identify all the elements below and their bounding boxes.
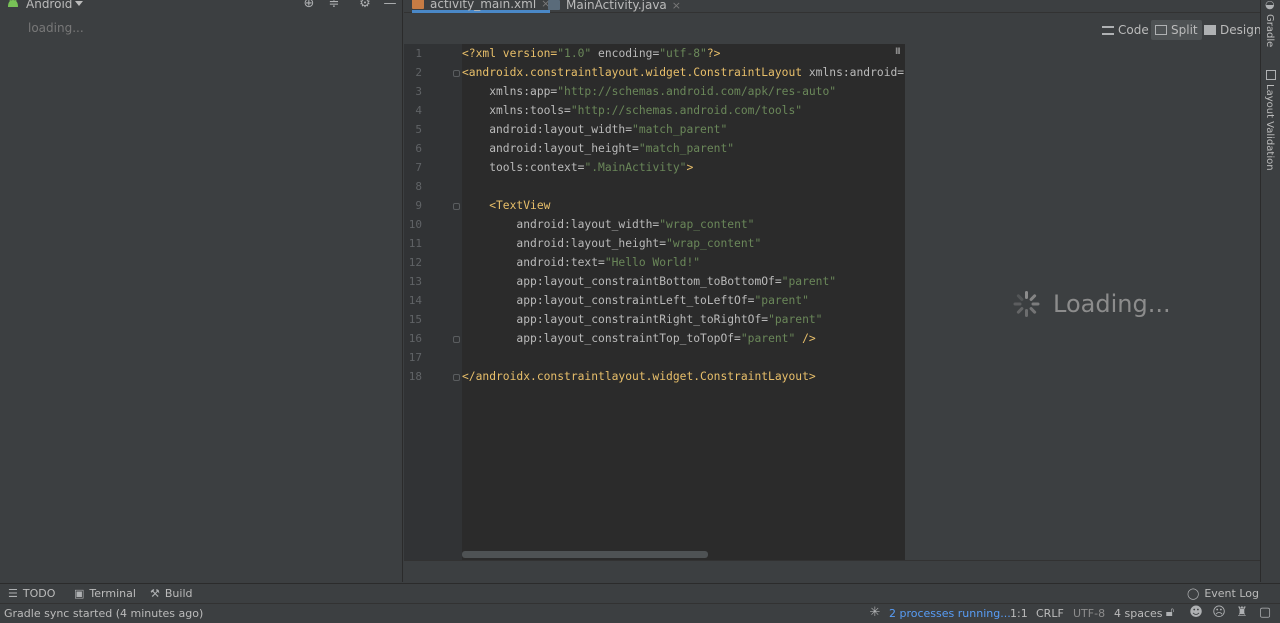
inspector-icon[interactable]: ♜ bbox=[1235, 606, 1249, 620]
indent-setting[interactable]: 4 spaces bbox=[1114, 607, 1163, 620]
horizontal-scrollbar[interactable] bbox=[462, 551, 708, 558]
code-line-14: app:layout_constraintLeft_toLeftOf="pare… bbox=[462, 294, 809, 307]
line-number: 10 bbox=[408, 218, 422, 231]
fold-marker-icon[interactable] bbox=[453, 70, 460, 77]
code-line-10: android:layout_width="wrap_content" bbox=[462, 218, 755, 231]
project-view-selector[interactable]: Android bbox=[26, 0, 72, 11]
line-number: 12 bbox=[408, 256, 422, 269]
code-line-11: android:layout_height="wrap_content" bbox=[462, 237, 762, 250]
editor-tab-bar: activity_main.xml × MainActivity.java × bbox=[404, 0, 1260, 13]
line-number: 15 bbox=[408, 313, 422, 326]
line-number: 7 bbox=[415, 161, 422, 174]
line-number: 13 bbox=[408, 275, 422, 288]
project-pane: Android ⊕ ≑ ⚙ — loading... bbox=[0, 0, 403, 582]
image-icon bbox=[1204, 25, 1216, 35]
caret-position[interactable]: 1:1 bbox=[1010, 607, 1028, 620]
line-number: 4 bbox=[415, 104, 422, 117]
terminal-tab[interactable]: ▣ Terminal bbox=[74, 587, 136, 600]
build-tab[interactable]: ⚒ Build bbox=[150, 587, 193, 600]
code-line-5: android:layout_width="match_parent" bbox=[462, 123, 728, 136]
spinner-icon bbox=[1013, 291, 1040, 317]
fold-marker-icon[interactable] bbox=[453, 374, 460, 381]
happy-face-icon[interactable]: ☻ bbox=[1189, 606, 1203, 620]
editor-bottom-area bbox=[404, 560, 1260, 582]
java-file-icon bbox=[548, 0, 560, 10]
lock-icon[interactable]: 🔓︎ bbox=[1163, 606, 1177, 620]
fold-marker-icon[interactable] bbox=[453, 203, 460, 210]
background-processes-link[interactable]: 2 processes running... bbox=[889, 607, 1011, 620]
line-number: 1 bbox=[415, 47, 422, 60]
pause-icon[interactable]: II bbox=[895, 47, 901, 57]
code-line-16: app:layout_constraintTop_toTopOf="parent… bbox=[462, 332, 816, 345]
line-separator[interactable]: CRLF bbox=[1036, 607, 1064, 620]
design-preview-pane: Loading... bbox=[905, 44, 1260, 560]
code-line-3: xmlns:app="http://schemas.android.com/ap… bbox=[462, 85, 837, 98]
lines-icon bbox=[1102, 25, 1114, 35]
minimize-icon[interactable]: — bbox=[383, 0, 397, 11]
line-number: 16 bbox=[408, 332, 422, 345]
code-line-6: android:layout_height="match_parent" bbox=[462, 142, 735, 155]
collapse-all-icon[interactable]: ≑ bbox=[327, 0, 341, 11]
code-line-4: xmlns:tools="http://schemas.android.com/… bbox=[462, 104, 803, 117]
status-message[interactable]: Gradle sync started (4 minutes ago) bbox=[4, 607, 203, 620]
line-number: 2 bbox=[415, 66, 422, 79]
file-encoding[interactable]: UTF-8 bbox=[1073, 607, 1105, 620]
project-loading-text: loading... bbox=[28, 21, 84, 35]
code-line-9: <TextView bbox=[462, 199, 551, 212]
gear-icon[interactable]: ⚙ bbox=[358, 0, 372, 11]
line-number: 5 bbox=[415, 123, 422, 136]
tab-mainactivity-java[interactable]: MainActivity.java × bbox=[548, 0, 681, 13]
xml-file-icon bbox=[412, 0, 424, 9]
tool-window-bar: ☰ TODO ▣ Terminal ⚒ Build ◯ Event Log bbox=[0, 583, 1280, 603]
line-number: 11 bbox=[408, 237, 422, 250]
design-view-button[interactable]: Design bbox=[1200, 20, 1265, 40]
crosshair-icon[interactable]: ⊕ bbox=[302, 0, 316, 11]
event-log-tab[interactable]: ◯ Event Log bbox=[1187, 587, 1259, 600]
sad-face-icon[interactable]: ☹ bbox=[1212, 606, 1226, 620]
line-number: 14 bbox=[408, 294, 422, 307]
terminal-icon: ▣ bbox=[74, 587, 85, 600]
elephant-icon: ◒ bbox=[1265, 0, 1275, 11]
line-number: 8 bbox=[415, 180, 422, 193]
list-icon: ☰ bbox=[8, 587, 18, 600]
hammer-icon: ⚒ bbox=[150, 587, 160, 600]
editor-toolbar: Code Split Design bbox=[404, 14, 1261, 44]
project-header: Android ⊕ ≑ ⚙ — bbox=[0, 0, 403, 12]
memory-icon[interactable]: ▢ bbox=[1258, 606, 1272, 620]
tab-label: MainActivity.java bbox=[566, 0, 667, 12]
split-view-button[interactable]: Split bbox=[1151, 20, 1202, 40]
line-number: 17 bbox=[408, 351, 422, 364]
layout-validation-tab[interactable]: Layout Validation bbox=[1264, 84, 1275, 171]
line-number: 3 bbox=[415, 85, 422, 98]
chevron-down-icon[interactable] bbox=[75, 1, 83, 6]
code-line-1: <?xml version="1.0" encoding="utf-8"?> bbox=[462, 47, 721, 60]
tab-label: activity_main.xml bbox=[430, 0, 537, 11]
preview-loading-text: Loading... bbox=[1053, 290, 1171, 318]
tab-activity-main-xml[interactable]: activity_main.xml × bbox=[412, 0, 551, 13]
close-icon[interactable]: × bbox=[672, 0, 681, 12]
android-icon bbox=[8, 0, 18, 7]
todo-tab[interactable]: ☰ TODO bbox=[8, 587, 55, 600]
line-number: 18 bbox=[408, 370, 422, 383]
split-icon bbox=[1155, 25, 1167, 35]
preview-loading-indicator: Loading... bbox=[1013, 290, 1171, 318]
code-line-15: app:layout_constraintRight_toRightOf="pa… bbox=[462, 313, 823, 326]
gradle-tab[interactable]: Gradle bbox=[1264, 14, 1275, 47]
spinner-icon: ✳ bbox=[869, 605, 881, 620]
code-view-button[interactable]: Code bbox=[1098, 20, 1153, 40]
code-line-7: tools:context=".MainActivity"> bbox=[462, 161, 694, 174]
code-editor[interactable]: 1 2 3 4 5 6 7 8 9 10 11 12 13 14 15 16 1… bbox=[404, 44, 918, 560]
event-log-icon: ◯ bbox=[1187, 587, 1200, 600]
status-bar: Gradle sync started (4 minutes ago) ✳ 2 … bbox=[0, 603, 1280, 623]
code-line-13: app:layout_constraintBottom_toBottomOf="… bbox=[462, 275, 837, 288]
line-number: 9 bbox=[415, 199, 422, 212]
code-line-18: </androidx.constraintlayout.widget.Const… bbox=[462, 370, 816, 383]
fold-marker-icon[interactable] bbox=[453, 336, 460, 343]
line-number-gutter: 1 2 3 4 5 6 7 8 9 10 11 12 13 14 15 16 1… bbox=[404, 44, 462, 560]
right-tool-strip: ◒ Gradle Layout Validation bbox=[1260, 0, 1280, 582]
validation-icon bbox=[1266, 70, 1276, 80]
code-line-2: <androidx.constraintlayout.widget.Constr… bbox=[462, 66, 918, 79]
code-line-12: android:text="Hello World!" bbox=[462, 256, 701, 269]
line-number: 6 bbox=[415, 142, 422, 155]
